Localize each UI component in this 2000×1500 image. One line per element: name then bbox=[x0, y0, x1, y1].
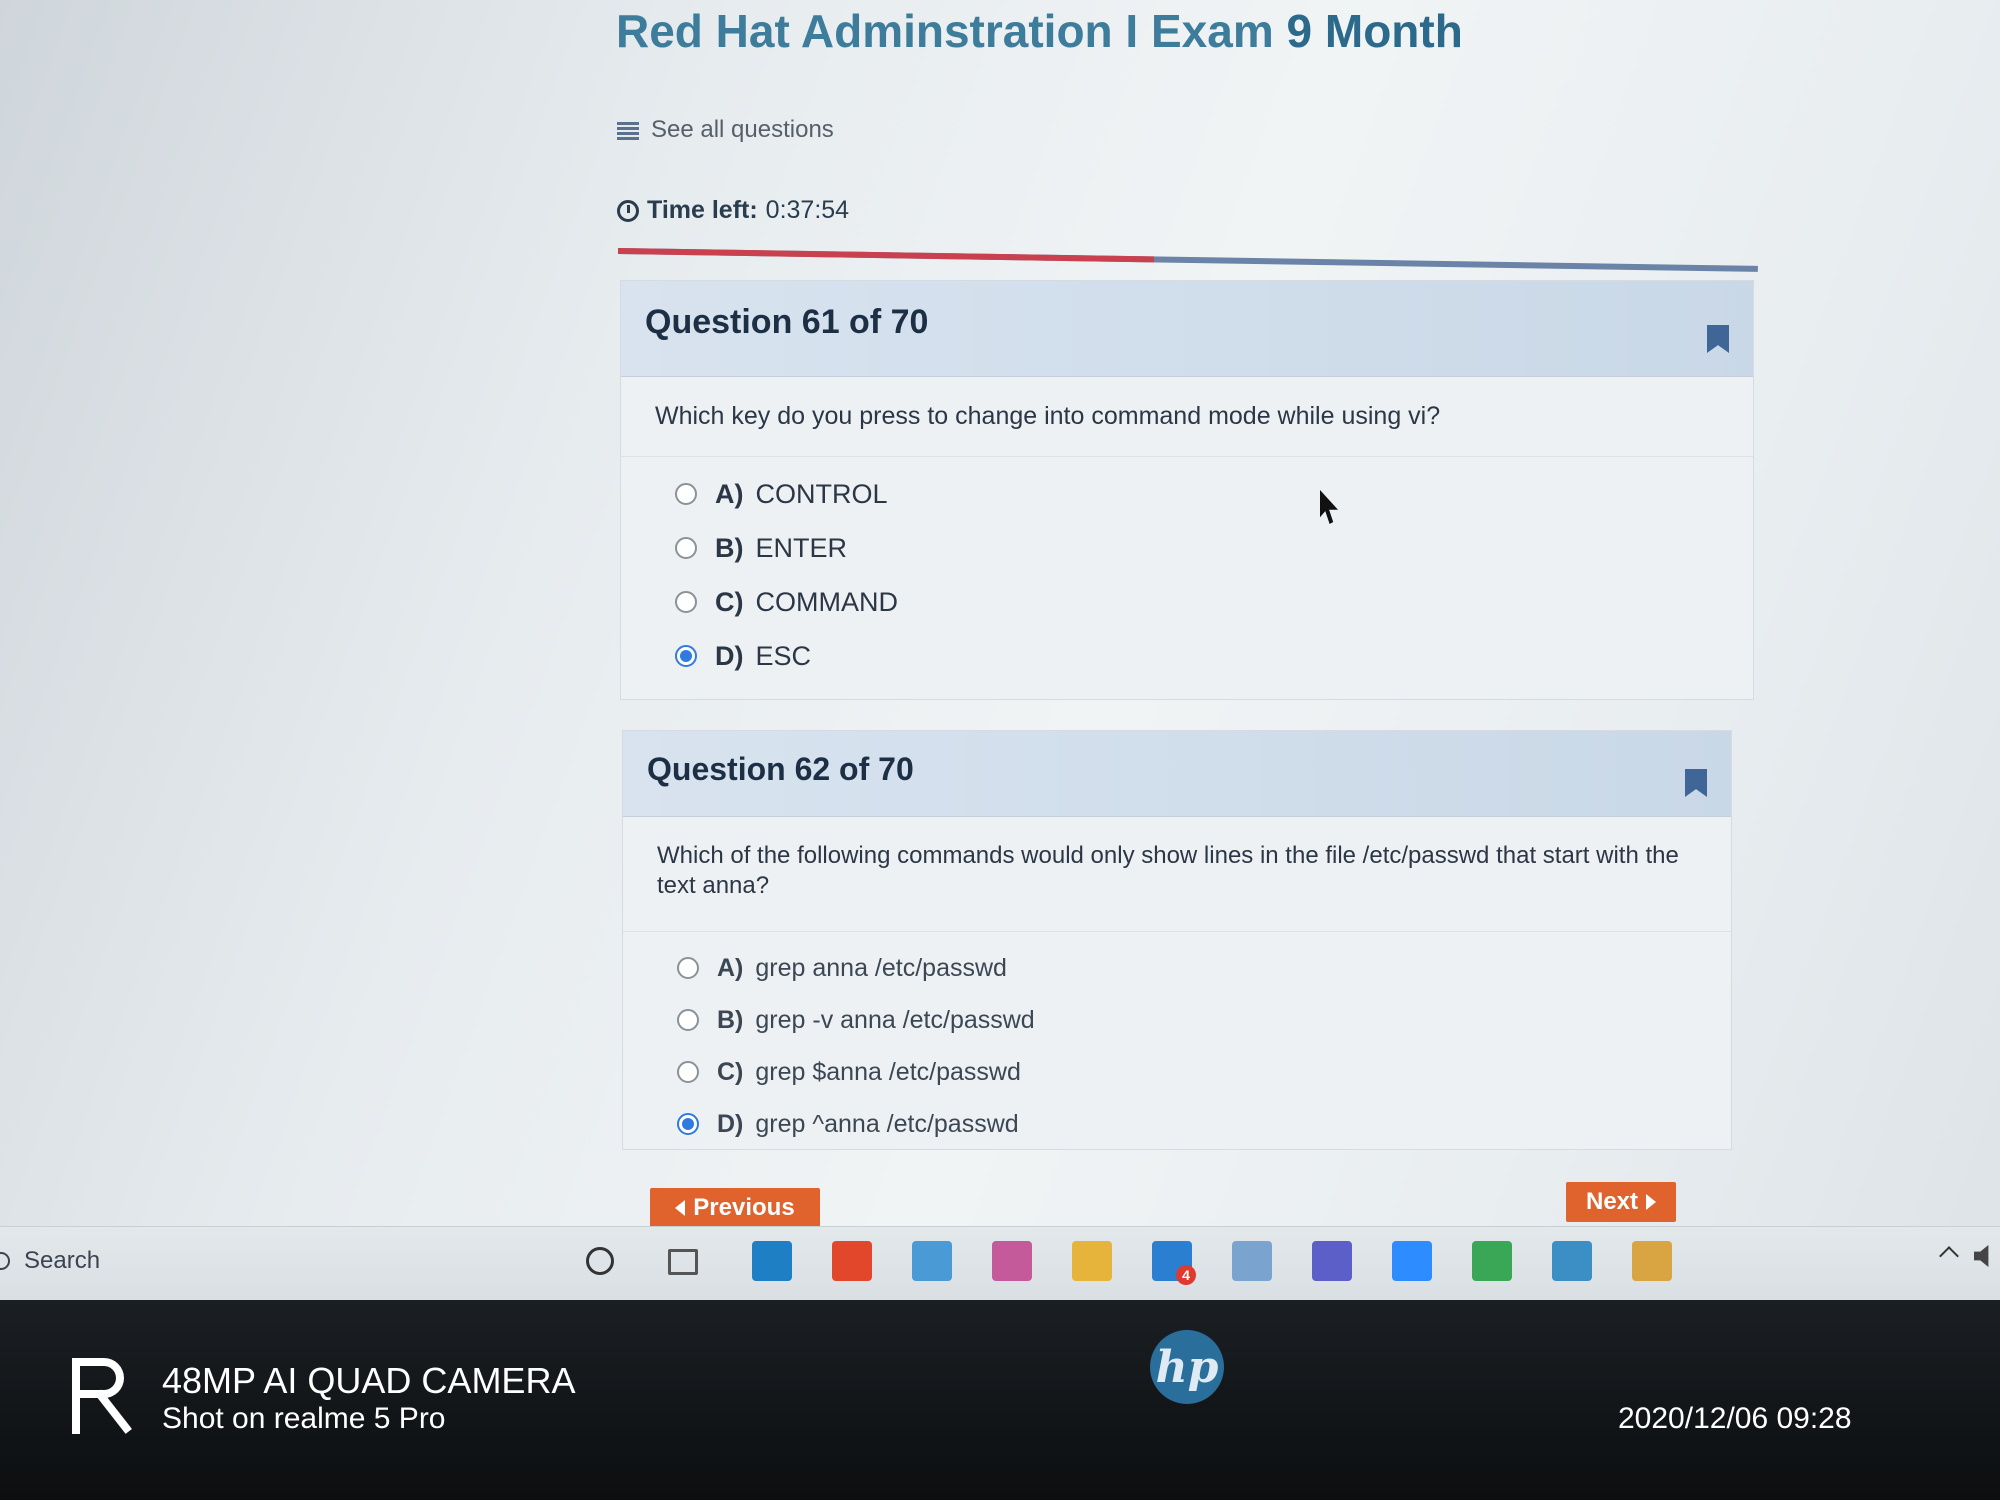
question-header: Question 61 of 70 bbox=[621, 281, 1753, 377]
option-letter: C) bbox=[715, 586, 744, 617]
see-all-questions-label: See all questions bbox=[651, 116, 834, 143]
bookmark-icon[interactable] bbox=[1707, 325, 1729, 353]
option-label: grep $anna /etc/passwd bbox=[755, 1057, 1021, 1086]
radio-button[interactable] bbox=[675, 537, 697, 560]
time-left-label: Time left: bbox=[647, 196, 758, 224]
option-letter: C) bbox=[717, 1057, 744, 1086]
option-letter: A) bbox=[715, 478, 744, 509]
option-label: grep -v anna /etc/passwd bbox=[755, 1005, 1035, 1034]
answer-option-d[interactable]: D) grep ^anna /etc/passwd bbox=[677, 1098, 1731, 1150]
option-letter: A) bbox=[717, 953, 744, 982]
time-left-value: 0:37:54 bbox=[765, 196, 850, 224]
answer-option-a[interactable]: A) CONTROL bbox=[675, 467, 1753, 521]
answer-option-b[interactable]: B) grep -v anna /etc/passwd bbox=[677, 994, 1731, 1046]
notes-app-icon[interactable] bbox=[1232, 1241, 1272, 1281]
notification-badge: 4 bbox=[1176, 1265, 1196, 1285]
taskbar-search[interactable]: Search bbox=[0, 1247, 100, 1275]
question-card: Question 61 of 70 Which key do you press… bbox=[620, 280, 1754, 700]
file-explorer-icon[interactable] bbox=[1072, 1241, 1112, 1281]
hp-logo: hp bbox=[1150, 1330, 1224, 1404]
caret-right-icon bbox=[1646, 1194, 1657, 1210]
taskbar: Search 4 bbox=[0, 1226, 2000, 1300]
taskbar-search-label: Search bbox=[24, 1247, 101, 1274]
cortana-icon[interactable] bbox=[586, 1247, 614, 1275]
answer-option-c[interactable]: C) COMMAND bbox=[675, 575, 1753, 629]
option-label: ESC bbox=[755, 640, 812, 671]
time-progress-bar bbox=[617, 248, 1758, 272]
option-label: grep anna /etc/passwd bbox=[755, 953, 1007, 982]
option-label: ENTER bbox=[755, 532, 848, 563]
page-title: Red Hat Adminstration I Exam 9 Month bbox=[616, 4, 1463, 58]
answer-option-b[interactable]: B) ENTER bbox=[675, 521, 1753, 575]
radio-button[interactable] bbox=[677, 1061, 699, 1083]
realme-logo bbox=[72, 1358, 132, 1438]
option-letter: B) bbox=[717, 1005, 744, 1034]
previous-button[interactable]: Previous bbox=[650, 1188, 820, 1228]
clock-icon bbox=[617, 199, 639, 222]
snipping-tool-icon[interactable] bbox=[992, 1241, 1032, 1281]
office-icon[interactable] bbox=[832, 1241, 872, 1281]
radio-button[interactable] bbox=[675, 591, 697, 614]
answer-options: A) grep anna /etc/passwd B) grep -v anna… bbox=[623, 932, 1731, 1150]
time-left: Time left: 0:37:54 bbox=[617, 196, 849, 225]
zoom-icon[interactable] bbox=[1392, 1241, 1432, 1281]
page-title-main: Red Hat Adminstration I Exam bbox=[616, 5, 1274, 57]
option-label: COMMAND bbox=[755, 586, 899, 617]
bookmark-icon[interactable] bbox=[1685, 769, 1707, 797]
teams-icon[interactable] bbox=[1312, 1241, 1352, 1281]
camera-watermark-line2: Shot on realme 5 Pro bbox=[162, 1402, 446, 1435]
radio-button[interactable] bbox=[677, 1009, 699, 1031]
question-number: Question 62 of 70 bbox=[647, 751, 914, 787]
vmware-icon[interactable] bbox=[1552, 1241, 1592, 1281]
search-icon bbox=[0, 1252, 10, 1270]
caret-left-icon bbox=[675, 1200, 686, 1216]
camera-watermark-line1: 48MP AI QUAD CAMERA bbox=[162, 1360, 576, 1401]
question-number: Question 61 of 70 bbox=[645, 303, 929, 341]
radio-button[interactable] bbox=[677, 1113, 699, 1135]
option-letter: D) bbox=[717, 1109, 744, 1138]
list-icon bbox=[617, 121, 639, 140]
next-button[interactable]: Next bbox=[1566, 1182, 1676, 1222]
see-all-questions-link[interactable]: See all questions bbox=[617, 116, 834, 144]
question-card: Question 62 of 70 Which of the following… bbox=[622, 730, 1732, 1150]
radio-button[interactable] bbox=[677, 957, 699, 979]
question-text: Which key do you press to change into co… bbox=[621, 377, 1753, 458]
next-label: Next bbox=[1585, 1188, 1639, 1215]
answer-option-a[interactable]: A) grep anna /etc/passwd bbox=[677, 942, 1731, 994]
question-text: Which of the following commands would on… bbox=[623, 817, 1731, 932]
question-header: Question 62 of 70 bbox=[623, 731, 1731, 817]
answer-options: A) CONTROL B) ENTER C) COMMAND D) ESC bbox=[621, 457, 1753, 683]
chevron-up-icon[interactable] bbox=[1939, 1246, 1959, 1266]
visual-studio-code-icon[interactable] bbox=[752, 1241, 792, 1281]
chat-app-icon[interactable]: 4 bbox=[1152, 1241, 1196, 1285]
answer-option-d[interactable]: D) ESC bbox=[675, 629, 1753, 683]
option-letter: D) bbox=[715, 640, 744, 671]
browser-page: Red Hat Adminstration I Exam 9 Month See… bbox=[0, 0, 2000, 1300]
previous-label: Previous bbox=[693, 1194, 795, 1221]
remote-desktop-icon[interactable] bbox=[912, 1241, 952, 1281]
answer-option-c[interactable]: C) grep $anna /etc/passwd bbox=[677, 1046, 1731, 1098]
time-progress-fill bbox=[617, 248, 1154, 263]
radio-button[interactable] bbox=[675, 645, 697, 668]
app-tile-icon[interactable] bbox=[1632, 1241, 1672, 1281]
option-letter: B) bbox=[715, 532, 744, 563]
chrome-icon[interactable] bbox=[1472, 1241, 1512, 1281]
page-title-suffix: 9 Month bbox=[1286, 5, 1463, 57]
option-label: CONTROL bbox=[755, 478, 888, 509]
task-view-icon[interactable] bbox=[668, 1249, 698, 1275]
option-label: grep ^anna /etc/passwd bbox=[755, 1109, 1019, 1138]
camera-watermark-date: 2020/12/06 09:28 bbox=[1618, 1402, 1852, 1435]
radio-button[interactable] bbox=[675, 483, 697, 506]
laptop-bezel: hp 48MP AI QUAD CAMERA Shot on realme 5 … bbox=[0, 1300, 2000, 1500]
speaker-icon[interactable] bbox=[1974, 1245, 1989, 1267]
